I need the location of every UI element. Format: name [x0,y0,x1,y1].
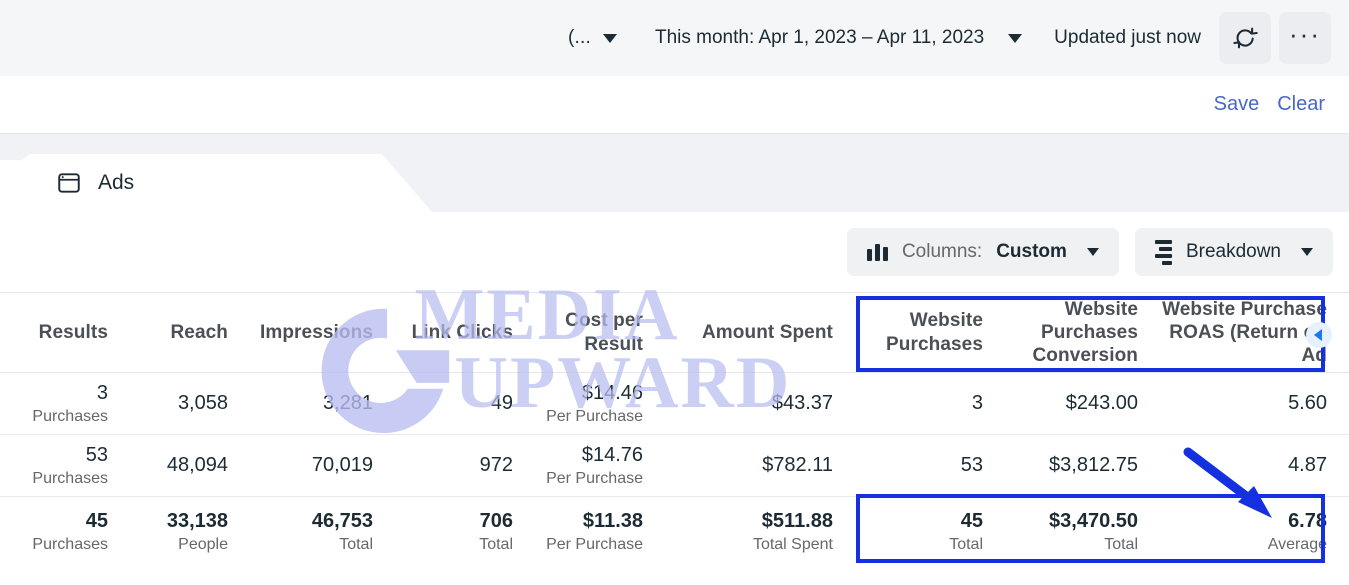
column-header-results[interactable]: Results [0,293,130,372]
clear-button[interactable]: Clear [1277,93,1325,116]
chevron-down-icon [1301,248,1313,256]
table-cell: 3,058 [177,392,228,414]
column-header-website-purchases[interactable]: Website Purchases [855,293,1005,372]
table-cell: 48,094 [166,454,228,476]
table-cell: $243.00 [1065,392,1138,414]
table-cell: 3 Purchases [32,381,108,425]
table-header-row: Results Reach Impressions Link Clicks Co… [0,293,1349,373]
table-cell: 3 [971,392,983,414]
chevron-down-icon [1086,248,1099,256]
date-range-label: This month: Apr 1, 2023 – Apr 11, 2023 [654,27,985,48]
refresh-icon [1233,27,1258,49]
table-cell: 6.78 Average [1267,510,1327,554]
table-row[interactable]: 53 Purchases 48,094 70,019 972 $14.76 Per … [0,435,1349,497]
columns-value-label: Custom [996,241,1067,262]
table-row[interactable]: 3 Purchases 3,058 3,281 49 $14.46 Per Purc… [0,373,1349,435]
table-cell: $43.37 [771,392,833,414]
breakdown-icon [1154,239,1172,265]
table-controls: Columns: Custom Breakdown [0,212,1349,292]
table-cell: 49 [490,392,513,414]
ellipsis-icon: ··· [1289,19,1321,49]
table-cell: 70,019 [311,454,373,476]
table-cell: 53 Purchases [32,443,108,487]
breakdown-button[interactable]: Breakdown [1134,228,1333,276]
columns-prefix-label: Columns: [901,241,983,262]
top-toolbar: (... This month: Apr 1, 2023 – Apr 11, 2… [0,0,1349,76]
table-cell: $14.46 Per Purchase [546,381,643,425]
table-cell: $511.88 Total Spent [752,510,833,554]
column-header-link-clicks[interactable]: Link Clicks [395,293,535,372]
more-options-button[interactable]: ··· [1279,12,1331,64]
filter-truncated-label: (... [568,27,591,48]
column-header-website-purchases-conversion[interactable]: Website Purchases Conversion [1005,293,1160,372]
date-range-picker[interactable]: This month: Apr 1, 2023 – Apr 11, 2023 [645,21,1032,55]
table-cell: 5.60 [1288,392,1327,414]
table-cell: 4.87 [1288,454,1327,476]
chevron-down-icon [1008,33,1023,43]
table-cell: 706 Total [479,510,513,554]
table-cell: 33,138 People [166,510,228,554]
column-header-reach[interactable]: Reach [130,293,250,372]
chevron-down-icon [602,33,617,43]
table-cell: $782.11 [762,454,833,476]
tab-strip: Ads [0,134,1349,212]
columns-icon [866,243,888,261]
table-cell: 45 Purchases [32,510,108,554]
column-header-cost-per-result[interactable]: Cost per Result [535,293,665,372]
table-cell: $14.76 Per Purchase [546,443,643,487]
filter-dropdown[interactable]: (... [558,21,627,55]
refresh-button[interactable] [1219,12,1271,64]
columns-button[interactable]: Columns: Custom [846,228,1119,276]
table-cell: $3,470.50 Total [1049,510,1138,554]
column-header-impressions[interactable]: Impressions [250,293,395,372]
column-header-amount-spent[interactable]: Amount Spent [665,293,855,372]
save-button[interactable]: Save [1214,93,1260,116]
table-cell: 53 [960,454,983,476]
ads-manager-screen: (... This month: Apr 1, 2023 – Apr 11, 2… [0,0,1349,585]
table-cell: 972 [479,454,513,476]
breakdown-label: Breakdown [1185,241,1281,262]
table-cell: 46,753 Total [311,510,373,554]
table-cell: 45 Total [949,510,983,554]
updated-status: Updated just now [1054,27,1201,48]
metrics-table: Results Reach Impressions Link Clicks Co… [0,292,1349,567]
filter-action-bar: Save Clear [0,76,1349,134]
tab-ads[interactable]: Ads [12,154,432,212]
tab-ads-label: Ads [98,171,135,194]
chevron-left-circle-icon[interactable] [1306,322,1332,348]
table-cell: $11.38 Per Purchase [546,510,643,554]
table-cell: 3,281 [322,392,373,414]
table-total-row: 45 Purchases 33,138 People 46,753 Total 706… [0,497,1349,567]
window-icon [58,173,80,193]
table-cell: $3,812.75 [1049,454,1138,476]
